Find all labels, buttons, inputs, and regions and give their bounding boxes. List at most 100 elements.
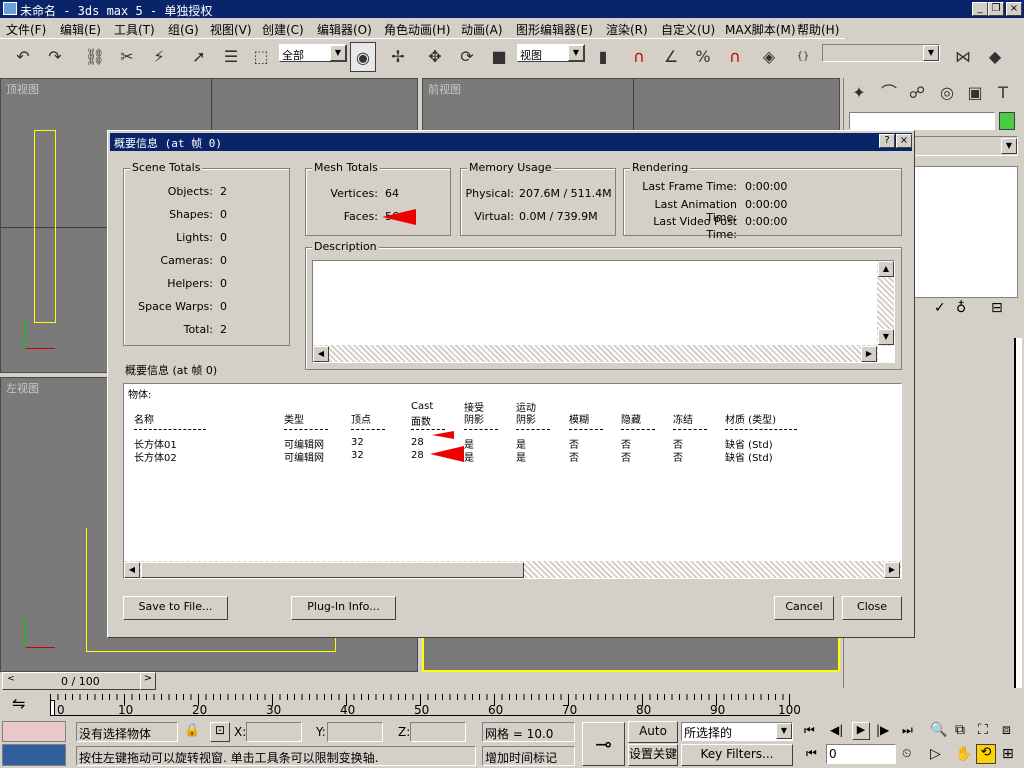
key-filters-button[interactable]: Key Filters... xyxy=(681,744,793,766)
absolute-mode-icon[interactable]: ⊡ xyxy=(210,722,230,742)
rotate-icon[interactable]: ⟳ xyxy=(454,42,480,72)
menu-animation[interactable]: 动画(A) xyxy=(461,21,503,38)
y-coordinate-field[interactable] xyxy=(327,722,383,742)
motion-tab-icon[interactable]: ◎ xyxy=(934,78,960,108)
viewport-label-left[interactable]: 左视图 xyxy=(6,380,39,396)
object-name-field[interactable] xyxy=(849,112,995,130)
help-button[interactable]: ? xyxy=(879,134,895,148)
unlink-icon[interactable]: ✂ xyxy=(114,42,140,72)
z-coordinate-field[interactable] xyxy=(410,722,466,742)
panel-scrollbar[interactable] xyxy=(1014,338,1022,688)
menu-create[interactable]: 创建(C) xyxy=(262,21,304,38)
scroll-thumb[interactable] xyxy=(141,562,524,578)
scale-icon[interactable]: ■ xyxy=(486,42,512,72)
pan-icon[interactable]: ✋ xyxy=(955,746,972,762)
current-frame-indicator[interactable] xyxy=(50,700,55,716)
menu-rendering[interactable]: 渲染(R) xyxy=(606,21,648,38)
scroll-left-icon[interactable]: ◀ xyxy=(313,346,329,362)
time-slider-next[interactable]: > xyxy=(140,672,156,690)
menu-file[interactable]: 文件(F) xyxy=(6,21,46,38)
menu-character[interactable]: 角色动画(H) xyxy=(384,21,450,38)
key-mode-dropdown[interactable]: 所选择的 ▼ xyxy=(681,722,793,741)
menu-maxscript[interactable]: MAX脚本(M) xyxy=(725,21,796,38)
modifier-stack[interactable] xyxy=(914,166,1018,298)
time-slider[interactable]: < 0 / 100 xyxy=(2,672,142,690)
select-icon[interactable]: ➚ xyxy=(186,42,212,72)
plugin-info-button[interactable]: Plug-In Info... xyxy=(291,596,396,620)
object-color-swatch[interactable] xyxy=(999,112,1015,130)
maximize-button[interactable]: ❐ xyxy=(988,2,1004,16)
modify-tab-icon[interactable]: ⌒ xyxy=(876,78,902,108)
redo-icon[interactable]: ↷ xyxy=(42,42,68,72)
track-ruler[interactable]: 0 10 20 30 40 50 60 70 80 90 100 xyxy=(50,694,801,717)
dialog-close-button[interactable]: × xyxy=(896,134,912,148)
current-frame-field[interactable]: 0 xyxy=(826,744,896,764)
chevron-down-icon[interactable]: ▼ xyxy=(776,723,792,739)
description-textarea[interactable]: ▲ ▼ ◀ ▶ xyxy=(312,260,895,363)
x-coordinate-field[interactable] xyxy=(246,722,302,742)
link-icon[interactable]: ⛓ xyxy=(82,42,108,72)
spinner-snap-icon[interactable]: ∩ xyxy=(722,42,748,72)
go-to-end-icon[interactable]: ⏭ xyxy=(902,723,913,738)
region-select-icon[interactable]: ⬚ xyxy=(248,42,274,72)
display-tab-icon[interactable]: ▣ xyxy=(962,78,988,108)
menu-graph-editors[interactable]: 图形编辑器(E) xyxy=(516,21,593,38)
named-selection-dropdown[interactable]: ▼ xyxy=(822,44,940,62)
min-max-toggle-icon[interactable]: ⊞ xyxy=(1002,746,1014,762)
window-crossing-icon[interactable]: ◉ xyxy=(350,42,376,72)
chevron-down-icon[interactable]: ▼ xyxy=(923,45,939,61)
mirror-icon[interactable]: ⋈ xyxy=(950,42,976,72)
utilities-tab-icon[interactable]: T xyxy=(990,78,1016,108)
track-view-icon[interactable]: ⇋ xyxy=(12,694,25,713)
pin-stack-icon[interactable]: ✓ xyxy=(934,300,946,316)
track-bar[interactable]: ⇋ 0 10 20 30 40 50 60 70 80 90 100 xyxy=(0,694,845,718)
scroll-left-icon[interactable]: ◀ xyxy=(124,562,140,578)
go-to-start-icon[interactable]: ⏮ xyxy=(804,723,815,738)
menu-customize[interactable]: 自定义(U) xyxy=(661,21,715,38)
close-window-button[interactable]: × xyxy=(1006,2,1022,16)
chevron-down-icon[interactable]: ▼ xyxy=(330,45,346,61)
zoom-icon[interactable]: 🔍 xyxy=(930,722,947,738)
viewport-label-top[interactable]: 顶视图 xyxy=(6,81,39,97)
maxscript-listener-top[interactable] xyxy=(2,721,66,742)
zoom-all-icon[interactable]: ⧉ xyxy=(955,722,965,738)
hierarchy-tab-icon[interactable]: ☍ xyxy=(904,78,930,108)
app-icon[interactable] xyxy=(3,2,17,15)
set-key-button[interactable]: 设置关键帧 xyxy=(628,744,678,766)
bind-spacewarp-icon[interactable]: ⚡ xyxy=(146,42,172,72)
menu-edit[interactable]: 编辑(E) xyxy=(60,21,101,38)
minimize-button[interactable]: _ xyxy=(972,2,988,16)
named-selection-icon[interactable]: {} xyxy=(790,42,816,72)
previous-frame-icon[interactable]: ◀| xyxy=(830,723,843,737)
play-icon[interactable]: ▶ xyxy=(852,722,870,740)
angle-snap-icon[interactable]: ∠ xyxy=(658,42,684,72)
maxscript-listener-bottom[interactable] xyxy=(2,744,66,766)
scroll-right-icon[interactable]: ▶ xyxy=(884,562,900,578)
select-move-icon[interactable]: ✢ xyxy=(385,42,411,72)
auto-key-button[interactable]: Auto Key xyxy=(628,721,678,756)
lock-selection-icon[interactable]: 🔒 xyxy=(184,723,200,738)
configure-sets-icon[interactable]: ⊟ xyxy=(991,300,1003,316)
description-hscroll[interactable] xyxy=(313,345,878,362)
chevron-down-icon[interactable]: ▼ xyxy=(568,45,584,61)
chevron-down-icon[interactable]: ▼ xyxy=(1001,138,1017,154)
scroll-up-icon[interactable]: ▲ xyxy=(878,261,894,277)
objects-list[interactable]: 物体: Cast 接受 运动 名称 类型 顶点 面数 阴影 阴影 模糊 隐藏 冻… xyxy=(123,383,902,579)
move-icon[interactable]: ✥ xyxy=(422,42,448,72)
arc-rotate-icon[interactable]: ⟲ xyxy=(976,744,996,764)
reference-coord-dropdown[interactable]: 视图 ▼ xyxy=(517,44,585,62)
percent-snap-icon[interactable]: % xyxy=(690,42,716,72)
add-time-tag[interactable]: 增加时间标记 xyxy=(482,746,575,766)
modifier-list-dropdown[interactable]: ▼ xyxy=(914,136,1018,156)
time-config-icon[interactable]: ⏲ xyxy=(902,746,911,761)
key-mode-toggle-icon[interactable]: ⏮ xyxy=(806,746,817,761)
menu-tools[interactable]: 工具(T) xyxy=(114,21,155,38)
next-frame-icon[interactable]: |▶ xyxy=(876,723,889,737)
field-of-view-icon[interactable]: ▷ xyxy=(930,746,941,762)
menu-help[interactable]: 帮助(H) xyxy=(797,21,839,38)
zoom-extents-icon[interactable]: ⛶ xyxy=(978,722,988,738)
snap-3d-icon[interactable]: ∩ xyxy=(626,42,652,72)
save-to-file-button[interactable]: Save to File... xyxy=(123,596,228,620)
align-icon[interactable]: ◆ xyxy=(982,42,1008,72)
undo-icon[interactable]: ↶ xyxy=(10,42,36,72)
